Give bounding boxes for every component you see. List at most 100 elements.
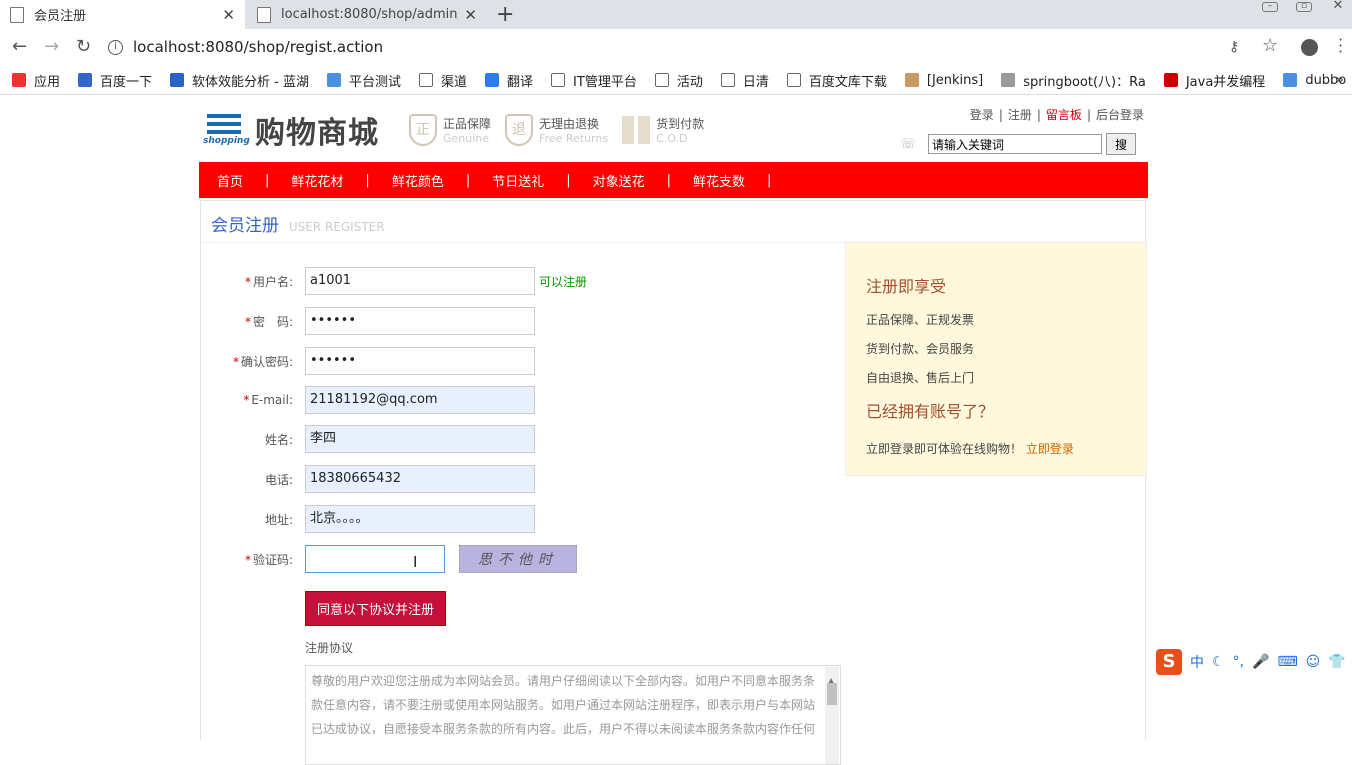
- nav-item[interactable]: 鲜花支数: [693, 171, 745, 190]
- scroll-thumb[interactable]: [827, 683, 837, 705]
- browser-toolbar: ← → ↻ i localhost:8080/shop/regist.actio…: [0, 29, 1352, 66]
- apps-grid-icon: [12, 73, 26, 87]
- minimize-button[interactable]: –: [1262, 2, 1278, 12]
- tab-admin[interactable]: localhost:8080/shop/admin/ac ✕: [247, 0, 487, 29]
- address-field[interactable]: 北京。。。。: [305, 505, 535, 533]
- tab-register[interactable]: 会员注册 ✕: [0, 0, 245, 29]
- bookmark-item[interactable]: 渠道: [419, 71, 467, 90]
- login-link[interactable]: 登录: [970, 108, 994, 122]
- badge-genuine: 正 正品保障 Genuine: [409, 114, 491, 146]
- captcha-image[interactable]: 思不他时: [459, 545, 577, 573]
- close-window-button[interactable]: ✕: [1330, 0, 1346, 12]
- bookmark-item[interactable]: IT管理平台: [551, 71, 637, 90]
- back-icon[interactable]: ←: [12, 36, 27, 57]
- agreement-textarea[interactable]: 尊敬的用户欢迎您注册成为本网站会员。请用户仔细阅读以下全部内容。如用户不同意本服…: [305, 665, 841, 765]
- ime-toolbar: S 中 ☾ °, 🎤 ⌨ ☺ 👕: [1156, 649, 1352, 675]
- bookmark-item[interactable]: 翻译: [485, 71, 533, 90]
- nav-separator: |: [365, 172, 370, 188]
- username-hint: 可以注册: [539, 274, 588, 289]
- more-bookmarks-icon[interactable]: »: [1335, 72, 1344, 88]
- menu-icon[interactable]: · · ·: [1338, 32, 1343, 60]
- search-input[interactable]: [928, 134, 1102, 154]
- key-icon[interactable]: ⚷: [1229, 39, 1239, 55]
- confirm-password-field[interactable]: ••••••: [305, 347, 535, 375]
- bookmark-icon: [1283, 73, 1298, 87]
- bookmark-icon: [1163, 73, 1178, 87]
- bookmark-item[interactable]: [Jenkins]: [904, 73, 983, 88]
- address-bar[interactable]: i localhost:8080/shop/regist.action: [108, 33, 1288, 61]
- page-icon: [257, 6, 271, 23]
- admin-login-link[interactable]: 后台登录: [1096, 108, 1144, 122]
- nav-item[interactable]: 鲜花颜色: [392, 171, 444, 190]
- moon-icon[interactable]: ☾: [1212, 654, 1225, 670]
- name-row: 姓名: 李四: [201, 425, 535, 453]
- login-prompt: 立即登录即可体验在线购物！ 立即登录: [866, 442, 1074, 456]
- bookmark-item[interactable]: 日清: [720, 71, 769, 90]
- forward-icon[interactable]: →: [44, 36, 59, 57]
- bookmark-icon: [78, 73, 93, 87]
- bookmark-label: 软体效能分析 - 蓝湖: [192, 74, 309, 90]
- register-link[interactable]: 注册: [1008, 108, 1032, 122]
- nav-item[interactable]: 节日送礼: [492, 171, 544, 190]
- bookmark-icon: [419, 73, 434, 87]
- username-row: * 用户名: a1001 可以注册: [201, 267, 587, 295]
- shirt-icon[interactable]: 👕: [1328, 654, 1345, 670]
- register-submit-button[interactable]: 同意以下协议并注册: [305, 591, 446, 626]
- panel-subtitle: USER REGISTER: [288, 220, 385, 234]
- sogou-logo-icon[interactable]: S: [1156, 649, 1182, 675]
- bookmark-item[interactable]: Java并发编程: [1163, 71, 1265, 90]
- nav-item[interactable]: 鲜花花材: [291, 171, 343, 190]
- keyboard-icon[interactable]: ⌨: [1277, 654, 1297, 670]
- confirm-label: * 确认密码:: [232, 354, 293, 369]
- restore-button[interactable]: ▫: [1296, 2, 1312, 12]
- shield-icon: 退: [505, 114, 534, 146]
- info-icon[interactable]: i: [108, 39, 123, 55]
- username-field[interactable]: a1001: [305, 267, 535, 295]
- bookmark-item[interactable]: 百度一下: [78, 71, 152, 90]
- bookmark-item[interactable]: 百度文库下载: [786, 71, 887, 90]
- tab-strip: 会员注册 ✕ localhost:8080/shop/admin/ac ✕ + …: [0, 0, 1352, 29]
- bookmark-item[interactable]: springboot(八)：Ra: [1001, 71, 1146, 90]
- email-field[interactable]: 21181192@qq.com: [305, 386, 535, 414]
- captcha-field[interactable]: [305, 545, 445, 573]
- top-links: 登录 | 注册 | 留言板 | 后台登录: [969, 108, 1144, 122]
- account-icon[interactable]: [1301, 39, 1318, 56]
- user-icon[interactable]: ☺: [1306, 654, 1321, 670]
- search-button[interactable]: 搜: [1106, 133, 1136, 155]
- captcha-row: * 验证码: 思不他时: [201, 545, 577, 573]
- bookmark-icon: [1001, 73, 1016, 87]
- message-board-link[interactable]: 留言板: [1046, 108, 1082, 122]
- mic-icon[interactable]: 🎤: [1252, 654, 1269, 670]
- nav-item[interactable]: 首页: [217, 171, 243, 190]
- site-header: shopping 购物商城 正 正品保障 Genuine 退 无理由退换 Free …: [199, 100, 1148, 162]
- new-tab-button[interactable]: +: [496, 2, 514, 27]
- password-field[interactable]: ••••••: [305, 307, 535, 335]
- confirm-row: * 确认密码: ••••••: [201, 347, 535, 375]
- site-logo[interactable]: shopping 购物商城: [203, 108, 379, 152]
- phone-field[interactable]: 18380665432: [305, 465, 535, 493]
- bookmark-icon: [327, 73, 341, 87]
- search-bar: ☏ 搜: [900, 133, 1136, 155]
- reload-icon[interactable]: ↻: [76, 36, 91, 57]
- close-icon[interactable]: ✕: [222, 6, 235, 24]
- shield-icon: 正: [409, 114, 437, 146]
- star-icon[interactable]: ☆: [1262, 35, 1278, 56]
- bookmark-item[interactable]: 应用: [12, 71, 60, 90]
- nav-separator: |: [265, 172, 270, 188]
- scrollbar[interactable]: ▲: [825, 667, 839, 764]
- login-now-link[interactable]: 立即登录: [1026, 442, 1074, 456]
- badge-returns: 退 无理由退换 Free Returns: [505, 114, 608, 146]
- bookmark-item[interactable]: 活动: [654, 71, 703, 90]
- panel-header: 会员注册 USER REGISTER: [201, 201, 1145, 243]
- bookmark-item[interactable]: 平台测试: [327, 71, 401, 90]
- name-label: 姓名:: [264, 432, 293, 447]
- nav-item[interactable]: 对象送花: [593, 171, 645, 190]
- name-field[interactable]: 李四: [305, 425, 535, 453]
- bookmark-item[interactable]: 软体效能分析 - 蓝湖: [170, 71, 309, 90]
- ime-mode[interactable]: 中: [1190, 652, 1204, 672]
- panel-title: 会员注册: [211, 216, 279, 236]
- bookmark-icon: [551, 73, 566, 87]
- nav-separator: |: [666, 172, 672, 188]
- close-icon[interactable]: ✕: [464, 6, 477, 24]
- punct-icon[interactable]: °,: [1233, 654, 1244, 670]
